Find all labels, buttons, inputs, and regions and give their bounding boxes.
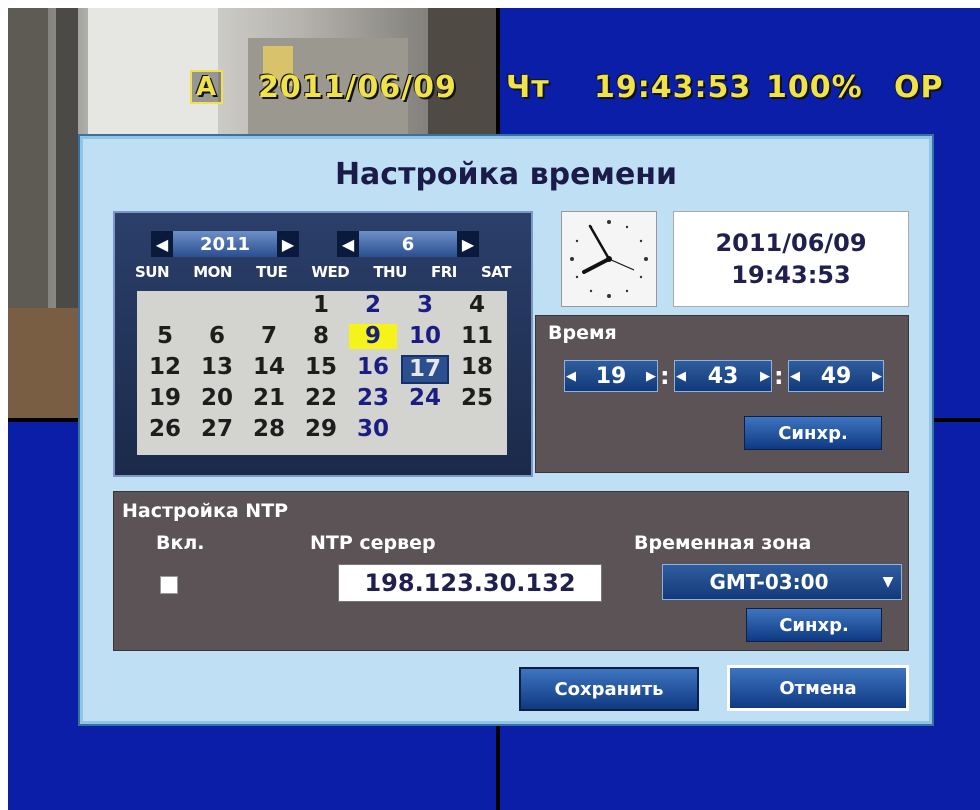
- weekday-label: SAT: [481, 263, 511, 281]
- year-selector: ◀ 2011 ▶: [151, 231, 299, 257]
- osd-percent: 100%: [766, 70, 863, 105]
- ntp-enable-label: Вкл.: [156, 532, 205, 554]
- calendar-day[interactable]: 22: [297, 386, 345, 411]
- calendar-day[interactable]: 9: [349, 324, 397, 349]
- ntp-server-input[interactable]: 198.123.30.132: [338, 564, 602, 602]
- weekday-label: THU: [373, 263, 407, 281]
- calendar-day[interactable]: 1: [297, 293, 345, 318]
- second-increase-icon[interactable]: ▶: [871, 369, 883, 384]
- cancel-button[interactable]: Отмена: [727, 665, 909, 711]
- year-next-button[interactable]: ▶: [276, 231, 299, 257]
- calendar-day[interactable]: 5: [141, 324, 189, 349]
- calendar-day[interactable]: 10: [401, 324, 449, 349]
- ntp-label: Настройка NTP: [122, 500, 289, 522]
- year-value: 2011: [199, 233, 251, 255]
- month-selector: ◀ 6 ▶: [337, 231, 479, 257]
- calendar-day[interactable]: 4: [453, 293, 501, 318]
- calendar-day[interactable]: 3: [401, 293, 449, 318]
- calendar-day[interactable]: 28: [245, 417, 293, 442]
- second-value: 49: [820, 363, 852, 389]
- time-panel: Время ◀ 19 ▶ : ◀ 43 ▶ : ◀ 49 ▶ Синхр.: [535, 315, 909, 473]
- second-decrease-icon[interactable]: ◀: [789, 369, 801, 384]
- month-value: 6: [401, 233, 415, 255]
- weekday-label: TUE: [256, 263, 288, 281]
- calendar-day[interactable]: 26: [141, 417, 189, 442]
- osd-mode: OP: [894, 70, 944, 105]
- hour-increase-icon[interactable]: ▶: [645, 369, 657, 384]
- osd-date: 2011/06/09: [258, 70, 457, 105]
- ntp-enable-checkbox[interactable]: [160, 576, 178, 594]
- minute-decrease-icon[interactable]: ◀: [675, 369, 687, 384]
- calendar-day[interactable]: 20: [193, 386, 241, 411]
- camera-box: [8, 308, 78, 418]
- calendar-day[interactable]: 30: [349, 417, 397, 442]
- weekday-header: SUN MON TUE WED THU FRI SAT: [135, 263, 511, 281]
- calendar-day[interactable]: 19: [141, 386, 189, 411]
- calendar-grid: 1 2 3 4 5 6 7 8 9 10 11 12 13 14 15 16 17 18 19 20 21 22 23 24 2…: [137, 291, 507, 455]
- calendar: ◀ 2011 ▶ ◀ 6 ▶ SUN MON TUE WED THU FRI S…: [113, 211, 533, 477]
- timezone-select[interactable]: GMT-03:00 ▼: [662, 564, 902, 600]
- current-date: 2011/06/09: [715, 229, 867, 257]
- dialog-title: Настройка времени: [334, 157, 678, 192]
- calendar-day[interactable]: 11: [453, 324, 501, 349]
- osd-weekday: Чт: [506, 70, 550, 105]
- ntp-server-label: NTP сервер: [310, 532, 436, 554]
- osd-time: 19:43:53: [594, 70, 752, 105]
- calendar-day[interactable]: 13: [193, 355, 241, 380]
- calendar-day[interactable]: 29: [297, 417, 345, 442]
- clock-icon: [561, 211, 657, 307]
- calendar-day[interactable]: 18: [453, 355, 501, 380]
- calendar-day[interactable]: 23: [349, 386, 397, 411]
- ntp-sync-button[interactable]: Синхр.: [746, 608, 882, 642]
- osd-channel: A: [190, 70, 224, 104]
- calendar-day[interactable]: 27: [193, 417, 241, 442]
- current-time: 19:43:53: [731, 261, 851, 289]
- hour-value: 19: [595, 363, 627, 389]
- current-datetime: 2011/06/09 19:43:53: [673, 211, 909, 307]
- weekday-label: SUN: [135, 263, 170, 281]
- second-spinner[interactable]: ◀ 49 ▶: [788, 360, 884, 392]
- calendar-day[interactable]: 25: [453, 386, 501, 411]
- calendar-day[interactable]: 24: [401, 386, 449, 411]
- calendar-day[interactable]: 7: [245, 324, 293, 349]
- calendar-day[interactable]: 15: [297, 355, 345, 380]
- time-sync-button[interactable]: Синхр.: [744, 416, 882, 450]
- calendar-day[interactable]: 16: [349, 355, 397, 380]
- weekday-label: FRI: [430, 263, 457, 281]
- time-label: Время: [548, 322, 617, 344]
- minute-value: 43: [707, 363, 739, 389]
- calendar-day[interactable]: 8: [297, 324, 345, 349]
- year-prev-button[interactable]: ◀: [151, 231, 173, 257]
- weekday-label: WED: [311, 263, 350, 281]
- ntp-panel: Настройка NTP Вкл. NTP сервер 198.123.30…: [113, 491, 909, 651]
- calendar-day[interactable]: 6: [193, 324, 241, 349]
- calendar-day[interactable]: 12: [141, 355, 189, 380]
- hour-spinner[interactable]: ◀ 19 ▶: [564, 360, 658, 392]
- save-button[interactable]: Сохранить: [519, 667, 699, 711]
- dvr-screen: A 2011/06/09 Чт 19:43:53 100% OP Настрой…: [8, 8, 980, 810]
- calendar-day[interactable]: 21: [245, 386, 293, 411]
- calendar-day[interactable]: 17: [401, 355, 449, 384]
- calendar-day[interactable]: 14: [245, 355, 293, 380]
- chevron-down-icon: ▼: [882, 574, 894, 590]
- calendar-day[interactable]: 2: [349, 293, 397, 318]
- time-settings-dialog: Настройка времени ◀ 2011 ▶ ◀ 6 ▶ SUN MON…: [80, 136, 932, 724]
- minute-spinner[interactable]: ◀ 43 ▶: [674, 360, 772, 392]
- minute-increase-icon[interactable]: ▶: [759, 369, 771, 384]
- timezone-label: Временная зона: [634, 532, 812, 554]
- month-next-button[interactable]: ▶: [457, 231, 479, 257]
- month-prev-button[interactable]: ◀: [337, 231, 359, 257]
- weekday-label: MON: [193, 263, 232, 281]
- hour-decrease-icon[interactable]: ◀: [565, 369, 577, 384]
- timezone-value: GMT-03:00: [709, 570, 829, 594]
